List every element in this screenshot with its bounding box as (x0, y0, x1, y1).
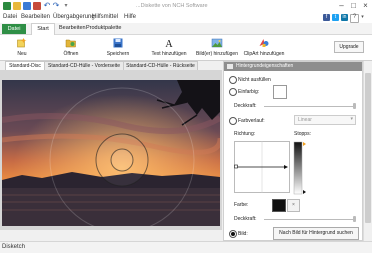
tab-bearbeiten[interactable]: Bearbeiten (59, 25, 86, 31)
app-icon (3, 2, 11, 10)
ribbon-tabs: Datei Start Bearbeiten Produktpalette (0, 23, 372, 36)
save-quick-icon[interactable] (23, 2, 31, 10)
opacity-slider-thumb[interactable] (353, 103, 356, 109)
chevron-down-icon: ▾ (350, 116, 353, 122)
menu-hilfsmittel[interactable]: Hilfsmittel (92, 14, 118, 20)
menu-hilfe[interactable]: Hilfe (124, 14, 136, 20)
save-button[interactable]: Speichern (103, 36, 133, 60)
redo-icon[interactable]: ↷ (52, 2, 60, 10)
image-radio[interactable] (229, 230, 237, 238)
opacity2-slider-track[interactable] (264, 219, 356, 220)
gradient-stops-bar[interactable] (293, 141, 307, 195)
print-quick-icon[interactable] (33, 2, 41, 10)
no-fill-radio[interactable] (229, 76, 237, 84)
stops-label: Stopps: (294, 131, 311, 137)
twitter-icon[interactable]: t (332, 14, 339, 21)
new-icon (17, 38, 27, 48)
gradient-direction-picker[interactable] (234, 141, 290, 193)
design-canvas[interactable] (0, 70, 222, 230)
close-button[interactable]: × (360, 1, 371, 11)
open-label: Öffnen (63, 51, 79, 57)
maximize-button[interactable]: □ (348, 1, 359, 11)
opacity-label: Deckkraft: (234, 103, 257, 109)
status-text: Disketch (2, 244, 26, 250)
opacity-slider-track[interactable] (264, 106, 356, 107)
help-icon[interactable]: ? (350, 14, 359, 23)
document-tabs: Standard-Disc Standard-CD-Hülle - Vorder… (0, 61, 222, 72)
dropdown-icon[interactable]: ▾ (359, 14, 366, 21)
window-title: ...Diskette von NCH Software (136, 3, 208, 9)
save-label: Speichern (106, 51, 130, 57)
background-properties-panel: Hintergrundeigenschaften Nicht ausfüllen… (223, 61, 363, 241)
status-bar: Disketch (0, 241, 372, 253)
disc-background-image[interactable] (2, 80, 220, 226)
add-image-label: Bild(er) hinzufügen (196, 51, 238, 57)
stop-color-swatch[interactable] (272, 199, 286, 212)
open-button[interactable]: Öffnen (58, 36, 84, 60)
tab-produktpalette[interactable]: Produktpalette (86, 25, 121, 31)
browse-image-button[interactable]: Nach Bild für Hintergrund suchen (273, 227, 359, 240)
solid-color-radio[interactable] (229, 88, 237, 96)
clipart-icon (259, 39, 269, 47)
add-clipart-button[interactable]: ClipArt hinzufügen (241, 36, 287, 60)
gradient-label: Farbverlauf: (238, 118, 265, 124)
facebook-icon[interactable]: f (323, 14, 330, 21)
new-button[interactable]: Neu (10, 36, 34, 60)
panel-title: Hintergrundeigenschaften (236, 63, 294, 69)
title-bar: ↶ ↷ ▾ ...Diskette von NCH Software – □ × (0, 0, 372, 13)
new-label: Neu (17, 51, 27, 57)
add-image-button[interactable]: Bild(er) hinzufügen (195, 36, 239, 60)
menu-uebergabgerung[interactable]: Übergabgerung (53, 14, 95, 20)
add-text-button[interactable]: A Text hinzufügen (148, 36, 190, 60)
menu-bar: Datei Bearbeiten Übergabgerung Hilfsmitt… (0, 13, 372, 23)
collapse-icon[interactable] (227, 64, 233, 69)
linkedin-icon[interactable]: in (341, 14, 348, 21)
solid-color-label: Einfarbig: (238, 89, 260, 95)
open-quick-icon[interactable] (13, 2, 21, 10)
floppy-disk-icon (113, 38, 123, 48)
panel-header: Hintergrundeigenschaften (224, 62, 362, 71)
ribbon-toolbar: Neu Öffnen Speichern A Text hinzufügen B… (0, 35, 372, 61)
scrollbar-thumb[interactable] (365, 73, 371, 223)
add-text-label: Text hinzufügen (151, 51, 187, 57)
gradient-type-value: Linear (298, 117, 312, 123)
tab-datei[interactable]: Datei (2, 24, 26, 34)
no-fill-label: Nicht ausfüllen (238, 77, 271, 83)
gradient-type-select[interactable]: Linear ▾ (294, 115, 356, 125)
minimize-button[interactable]: – (336, 1, 347, 11)
opacity2-slider-thumb[interactable] (353, 216, 356, 222)
undo-icon[interactable]: ↶ (43, 2, 51, 10)
solid-color-swatch[interactable] (273, 85, 287, 99)
direction-label: Richtung: (234, 131, 256, 137)
upgrade-button[interactable]: Upgrade (334, 41, 364, 53)
opacity2-label: Deckkraft: (234, 216, 257, 222)
remove-stop-icon[interactable]: × (287, 199, 300, 212)
image-label: Bild: (238, 231, 248, 237)
svg-text:A: A (165, 39, 173, 48)
add-clipart-label: ClipArt hinzufügen (243, 51, 285, 57)
menu-datei[interactable]: Datei (3, 14, 17, 20)
panel-scrollbar[interactable] (363, 61, 372, 241)
gradient-radio[interactable] (229, 117, 237, 125)
image-icon (211, 38, 223, 48)
text-icon: A (165, 39, 173, 48)
color-label: Farbe: (234, 202, 249, 208)
menu-bearbeiten[interactable]: Bearbeiten (21, 14, 50, 20)
folder-open-icon (65, 39, 76, 48)
customize-quick-access-icon[interactable]: ▾ (62, 2, 70, 10)
